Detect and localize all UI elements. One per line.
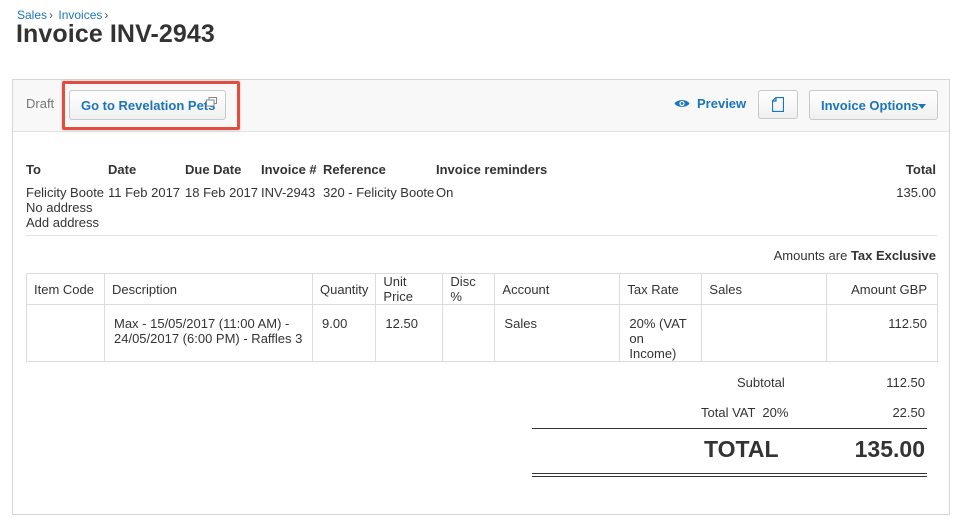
preview-label: Preview [697,96,747,111]
header-to: To [26,162,41,177]
invoice-reference: 320 - Felicity Boote [323,185,435,200]
amounts-note: Amounts are Tax Exclusive [774,248,936,263]
total-bottom-rule [532,476,927,477]
divider [26,235,937,236]
column-sales: Sales [701,273,828,305]
cell-item-code [26,304,105,362]
add-address-link[interactable]: Add address [26,215,99,230]
header-total: Total [905,162,936,177]
total-top-rule [532,428,927,429]
header-invoice-number: Invoice # [261,162,317,177]
external-window-icon [206,97,217,107]
column-disc: Disc % [442,273,496,305]
column-description: Description [104,273,313,305]
column-unit-price: Unit Price [375,273,444,305]
column-quantity: Quantity [311,273,377,305]
cell-description: Max - 15/05/2017 (11:00 AM) - 24/05/2017… [104,304,313,362]
invoice-panel: Draft Go to Revelation Pets Preview Invo… [12,79,950,515]
line-items-table: Item Code Description Quantity Unit Pric… [26,273,938,362]
grand-total-label: TOTAL [704,436,779,462]
cell-amount: 112.50 [826,304,938,362]
grand-total-value: 135.00 [854,436,925,462]
cell-quantity: 9.00 [311,304,377,362]
invoice-due-date: 18 Feb 2017 [185,185,259,200]
cell-account: Sales [494,304,621,362]
header-date: Date [108,162,137,177]
header-due-date: Due Date [185,162,242,177]
invoice-options-label: Invoice Options [821,97,919,113]
tax-rate-line: 20% (VAT [629,316,687,331]
vat-value: 22.50 [892,405,925,420]
column-amount: Amount GBP [826,273,938,305]
invoice-toolbar: Draft Go to Revelation Pets Preview Invo… [13,80,949,132]
preview-link[interactable]: Preview [674,96,746,111]
cell-unit-price: 12.50 [375,304,444,362]
column-item-code: Item Code [26,273,105,305]
go-to-contact-label: Go to Revelation Pets [81,97,216,113]
status-label: Draft [26,96,55,111]
invoice-options-button[interactable]: Invoice Options [809,90,938,120]
description-line: Max - 15/05/2017 (11:00 AM) - [114,316,290,331]
subtotal-value: 112.50 [886,375,925,390]
total-bottom-rule [532,473,927,474]
address-text: No address [26,200,93,215]
subtotal-label: Subtotal [737,375,785,390]
header-invoice-reminders: Invoice reminders [436,162,548,177]
description-line: 24/05/2017 (6:00 PM) - Raffles 3 [114,331,303,346]
invoice-reminders-value: On [436,185,454,200]
column-tax-rate: Tax Rate [619,273,703,305]
invoice-total-value: 135.00 [896,185,936,200]
copy-button[interactable] [758,90,798,119]
cell-tax-rate: 20% (VAT on Income) [619,304,703,362]
eye-icon [674,100,690,107]
amounts-note-prefix: Amounts are [773,248,848,263]
page-title: Invoice INV-2943 [16,20,215,48]
cell-sales [701,304,828,362]
tax-rate-line: on Income) [629,331,677,361]
column-account: Account [494,273,621,305]
table-row: Max - 15/05/2017 (11:00 AM) - 24/05/2017… [26,304,938,362]
go-to-contact-button[interactable]: Go to Revelation Pets [69,90,226,120]
chevron-down-icon [918,104,926,109]
amounts-tax-mode: Tax Exclusive [850,248,936,263]
header-reference: Reference [323,162,386,177]
vat-label: Total VAT 20% [701,405,789,420]
cell-disc [442,304,496,362]
table-header-row: Item Code Description Quantity Unit Pric… [26,273,938,305]
invoice-date: 11 Feb 2017 [108,185,181,200]
invoice-number: INV-2943 [261,185,316,200]
contact-link[interactable]: Felicity Boote [26,185,104,200]
copy-icon [772,97,784,112]
